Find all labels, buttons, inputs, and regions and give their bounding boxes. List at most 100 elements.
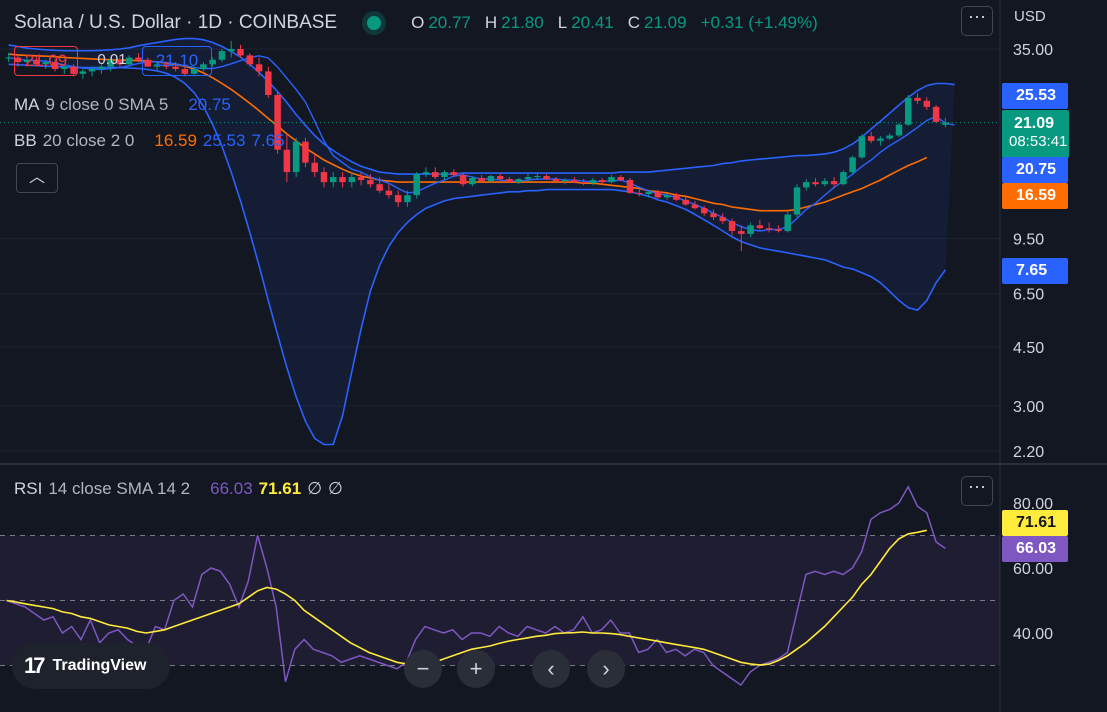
scroll-right-button[interactable]: ›: [587, 650, 625, 688]
symbol-title[interactable]: Solana / U.S. Dollar · 1D · COINBASE: [14, 12, 337, 34]
candle-body: [552, 179, 560, 182]
candle-body: [775, 229, 782, 232]
tradingview-mark-icon: 17: [24, 653, 46, 678]
candle: [413, 172, 420, 199]
ohlc-readout: O 20.77 H 21.80 L 20.41 C 21.09 +0.31 (+1.49…: [411, 13, 828, 33]
price-tick-label: 3.00: [1013, 399, 1044, 416]
bar-countdown: 08:53:41: [1009, 133, 1068, 150]
candle-body: [673, 195, 680, 200]
bb-lower-axis-tag: 7.65: [1002, 258, 1068, 284]
candle: [932, 105, 940, 124]
bb-basis-value: 16.59: [154, 131, 197, 150]
ellipsis-icon: ⋯: [968, 7, 986, 27]
minus-icon: −: [416, 656, 430, 681]
rsi-legend[interactable]: RSI 14 close SMA 14 2 66.03 71.61 ∅ ∅: [14, 479, 343, 499]
chevron-right-icon: ›: [602, 656, 610, 681]
sell-button[interactable]: 21.09: [14, 46, 78, 76]
candle-body: [543, 176, 550, 180]
candle-body: [830, 181, 838, 185]
candle-body: [747, 225, 754, 234]
price-tick-label: 6.50: [1013, 287, 1044, 304]
scroll-left-button[interactable]: ‹: [532, 650, 570, 688]
rsi-pane-menu-button[interactable]: ⋯: [961, 476, 993, 506]
open-key: O: [411, 13, 425, 32]
candle: [626, 178, 634, 195]
candle-body: [877, 138, 884, 141]
rsi-sma-axis-tag: 71.61: [1002, 510, 1068, 536]
ma-name: MA: [14, 95, 40, 114]
bb-legend[interactable]: BB 20 close 2 0 16.59 25.53 7.65: [14, 131, 285, 151]
chevron-up-icon: ︿: [28, 169, 45, 186]
candle-body: [682, 199, 689, 205]
candle-body: [636, 192, 643, 195]
candle-body: [524, 177, 532, 180]
candle-body: [738, 231, 745, 234]
bb-params: 20 close 2 0: [42, 131, 135, 150]
high-value: 21.80: [501, 13, 544, 32]
rsi-tick-label: 60.00: [1013, 561, 1053, 578]
tradingview-logo[interactable]: 17 TradingView: [12, 643, 170, 689]
candle-body: [413, 174, 420, 196]
candle: [905, 95, 912, 127]
candle-body: [329, 177, 337, 183]
candle-body: [394, 195, 402, 203]
rsi-name: RSI: [14, 479, 43, 498]
close-value: 21.09: [644, 13, 687, 32]
candle-body: [691, 204, 699, 209]
candle-body: [404, 195, 411, 203]
bb-upper-axis-tag: 25.53: [1002, 83, 1068, 109]
change-value: +0.31 (+1.49%): [700, 13, 818, 32]
bb-upper-value: 25.53: [202, 131, 246, 150]
candle-body: [867, 136, 875, 141]
collapse-legend-button[interactable]: ︿: [16, 163, 58, 193]
bb-lower-value: 7.65: [251, 131, 285, 150]
candle: [487, 175, 495, 183]
candle-body: [710, 213, 717, 218]
rsi-divergence-2: ∅: [328, 479, 343, 498]
candle-body: [385, 190, 393, 196]
candle-body: [589, 180, 597, 184]
ellipsis-icon: ⋯: [968, 477, 986, 497]
candle-body: [487, 176, 495, 182]
low-key: L: [557, 13, 568, 32]
ma-legend[interactable]: MA 9 close 0 SMA 5 20.75: [14, 95, 231, 115]
candle-body: [849, 157, 856, 173]
candle-body: [255, 64, 263, 72]
candle-body: [506, 179, 513, 183]
bb-name: BB: [14, 131, 37, 150]
rsi-sma-value: 71.61: [258, 479, 302, 498]
candle: [895, 123, 903, 137]
candle: [849, 155, 856, 175]
rsi-value: 66.03: [210, 479, 253, 498]
rsi-params: 14 close SMA 14 2: [48, 479, 191, 498]
zoom-out-button[interactable]: −: [404, 650, 442, 688]
candle-body: [515, 179, 522, 183]
candle-body: [218, 51, 226, 60]
candle-body: [534, 176, 541, 178]
candle: [793, 184, 801, 218]
candle-body: [598, 180, 606, 183]
currency-selector[interactable]: USD: [1014, 8, 1046, 25]
candle-body: [580, 182, 587, 184]
price-tick-label: 35.00: [1013, 42, 1053, 59]
tradingview-wordmark: TradingView: [52, 657, 147, 674]
candle-body: [645, 191, 652, 195]
candle: [292, 137, 300, 178]
candle-body: [617, 177, 625, 181]
candle-body: [367, 180, 374, 185]
candle-body: [923, 100, 931, 107]
candle-body: [886, 135, 893, 139]
main-pane-menu-button[interactable]: ⋯: [961, 6, 993, 36]
candle-body: [756, 225, 764, 229]
candle-body: [469, 178, 476, 185]
candle-body: [561, 180, 569, 182]
candle-body: [311, 162, 318, 173]
close-key: C: [627, 13, 641, 32]
zoom-in-button[interactable]: +: [457, 650, 495, 688]
rsi-tick-label: 40.00: [1013, 626, 1053, 643]
chart-header: Solana / U.S. Dollar · 1D · COINBASE O 20…: [14, 10, 828, 36]
ma-axis-tag: 20.75: [1002, 157, 1068, 183]
buy-button[interactable]: 21.10: [142, 46, 212, 76]
last-price-value: 21.09: [1014, 115, 1055, 132]
candle-body: [283, 149, 291, 173]
